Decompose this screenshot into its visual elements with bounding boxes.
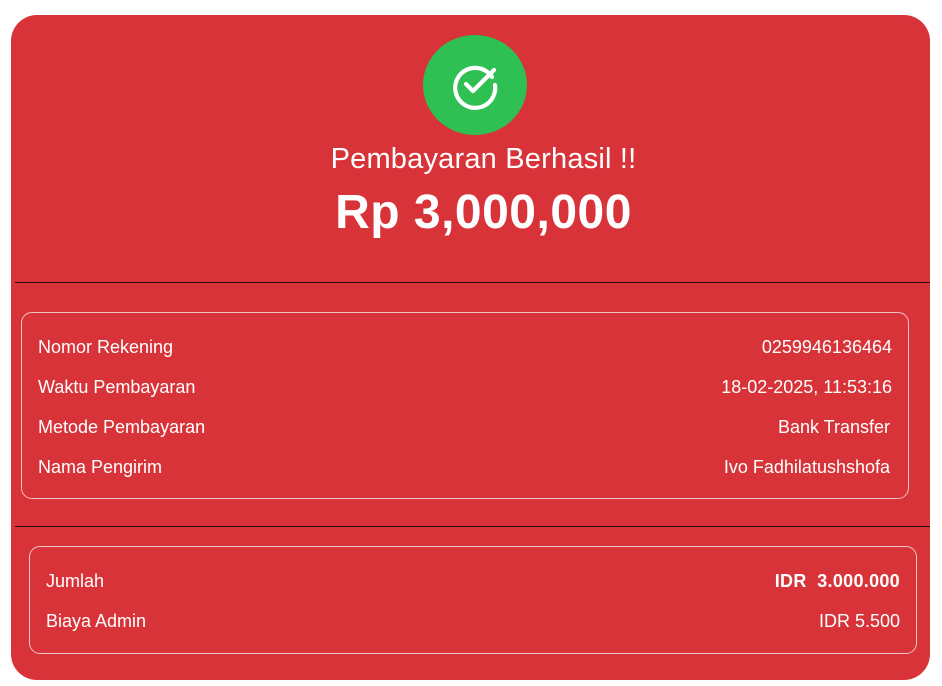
detail-row-payment-method: Metode Pembayaran Bank Transfer <box>38 415 890 439</box>
divider-bottom <box>15 526 930 527</box>
detail-row-sender-name: Nama Pengirim Ivo Fadhilatushshofa <box>38 455 890 479</box>
detail-label: Nomor Rekening <box>38 336 174 357</box>
detail-value: 18-02-2025, 11:53:16 <box>721 376 892 397</box>
detail-value: Bank Transfer <box>777 416 890 437</box>
detail-label: Waktu Pembayaran <box>38 376 196 397</box>
detail-row-payment-time: Waktu Pembayaran 18-02-2025, 11:53:16 <box>38 375 892 399</box>
details-panel: Nomor Rekening 0259946136464 Waktu Pemba… <box>21 312 909 499</box>
detail-value: 0259946136464 <box>761 336 892 357</box>
summary-value: IDR 3.000.000 <box>774 570 900 591</box>
detail-label: Nama Pengirim <box>38 456 163 477</box>
payment-amount: Rp 3,000,000 <box>335 186 632 239</box>
summary-row-admin-fee: Biaya Admin IDR 5.500 <box>46 609 900 633</box>
summary-panel: Jumlah IDR 3.000.000 Biaya Admin IDR 5.5… <box>29 546 917 654</box>
summary-value: IDR 5.500 <box>818 610 900 631</box>
payment-receipt-card: Pembayaran Berhasil !! Rp 3,000,000 Nomo… <box>11 15 930 680</box>
detail-label: Metode Pembayaran <box>38 416 206 437</box>
detail-row-account-number: Nomor Rekening 0259946136464 <box>38 335 892 359</box>
success-check-icon <box>423 35 527 135</box>
divider-top <box>15 282 930 283</box>
summary-label: Biaya Admin <box>46 610 147 631</box>
payment-status-title: Pembayaran Berhasil !! <box>330 143 637 175</box>
summary-row-amount: Jumlah IDR 3.000.000 <box>46 569 900 593</box>
summary-label: Jumlah <box>46 570 105 591</box>
check-circle-icon <box>453 65 498 110</box>
detail-value: Ivo Fadhilatushshofa <box>723 456 890 477</box>
